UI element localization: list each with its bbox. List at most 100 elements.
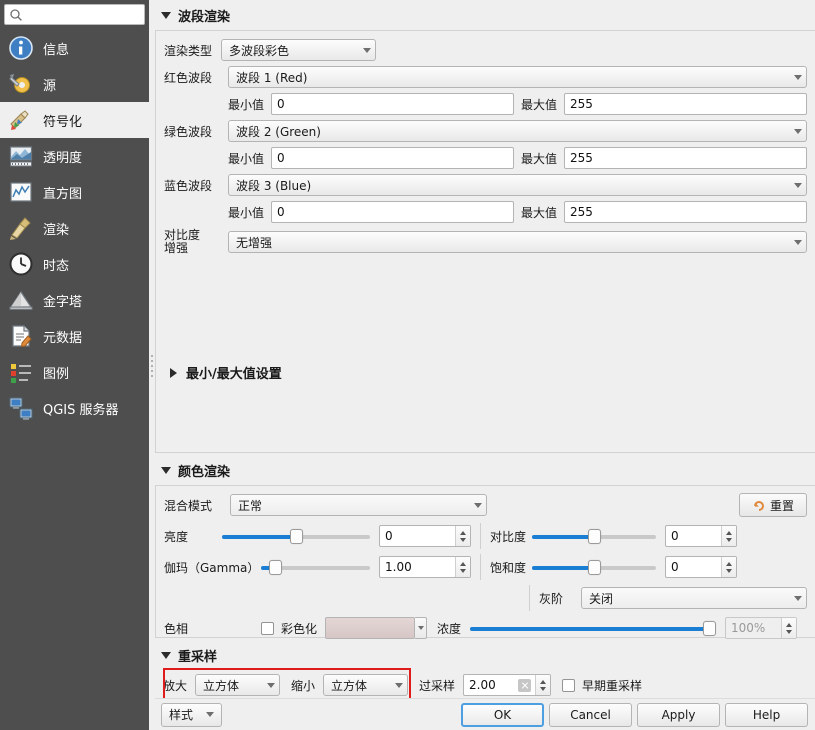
slider-handle[interactable] xyxy=(587,529,601,544)
band-rendering-header[interactable]: 波段渲染 xyxy=(155,0,815,30)
colorize-check-wrap[interactable]: 彩色化 xyxy=(261,620,317,637)
color-swatch[interactable] xyxy=(325,617,416,639)
blend-mode-row: 混合模式 正常 重置 xyxy=(164,493,808,517)
spinner-buttons[interactable] xyxy=(721,557,736,577)
slider-handle[interactable] xyxy=(703,621,717,636)
blend-mode-value: 正常 xyxy=(238,498,263,513)
blue-max-input[interactable]: 255 xyxy=(564,201,808,223)
sidebar-item-source[interactable]: 源 xyxy=(0,66,149,102)
cancel-button[interactable]: Cancel xyxy=(549,702,633,727)
red-min-input[interactable]: 0 xyxy=(271,93,515,115)
zoom-in-combo[interactable]: 立方体 xyxy=(195,674,281,696)
temporal-icon xyxy=(9,252,33,276)
chevron-down-icon xyxy=(206,712,215,717)
sidebar-item-qgis-server[interactable]: QGIS 服务器 xyxy=(0,390,149,426)
color-dropdown-button[interactable] xyxy=(415,617,428,639)
sidebar-item-histogram[interactable]: 直方图 xyxy=(0,174,149,210)
strength-slider[interactable] xyxy=(470,617,717,639)
saturation-slider[interactable] xyxy=(532,556,656,578)
contrast-enhancement-combo[interactable]: 无增强 xyxy=(228,231,808,253)
blend-mode-combo[interactable]: 正常 xyxy=(230,494,487,516)
green-min-input[interactable]: 0 xyxy=(271,147,515,169)
sidebar-item-metadata[interactable]: 元数据 xyxy=(0,318,149,354)
sidebar-item-label: 元数据 xyxy=(43,330,83,346)
grayscale-label: 灰阶 xyxy=(539,591,564,606)
slider-fill xyxy=(470,627,710,631)
slider-handle[interactable] xyxy=(268,560,282,575)
strength-spinbox[interactable]: 100% xyxy=(725,617,798,639)
search-box[interactable] xyxy=(4,4,145,25)
spinner-buttons[interactable] xyxy=(721,526,736,546)
apply-button[interactable]: Apply xyxy=(637,702,721,727)
ok-button[interactable]: OK xyxy=(461,702,545,727)
style-button[interactable]: 样式 xyxy=(161,702,223,727)
slider-fill xyxy=(222,535,296,539)
brightness-spinbox[interactable]: 0 xyxy=(379,525,471,547)
search-input[interactable] xyxy=(23,6,140,23)
spinner-buttons[interactable] xyxy=(535,675,551,695)
source-icon xyxy=(9,73,30,93)
sidebar-item-label: 时态 xyxy=(43,258,70,274)
oversampling-value: 2.00 xyxy=(469,678,496,692)
blue-band-label: 蓝色波段 xyxy=(164,178,213,193)
render-type-label: 渲染类型 xyxy=(164,43,213,58)
chevron-down-icon xyxy=(794,239,803,245)
clear-icon[interactable] xyxy=(518,678,532,692)
gamma-spinbox[interactable]: 1.00 xyxy=(379,556,471,578)
spinner-buttons[interactable] xyxy=(455,557,470,577)
green-min-value: 0 xyxy=(277,151,285,165)
colorize-checkbox[interactable] xyxy=(261,621,274,635)
zoom-out-combo[interactable]: 立方体 xyxy=(323,674,409,696)
pyramids-icon xyxy=(9,290,33,310)
chevron-down-icon xyxy=(363,47,372,53)
chevron-down-icon xyxy=(161,467,171,474)
sidebar-item-rendering[interactable]: 渲染 xyxy=(0,210,149,246)
resampling-header[interactable]: 重采样 xyxy=(155,640,815,670)
sidebar-item-info[interactable]: 信息 xyxy=(0,30,149,66)
colorize-color-picker[interactable] xyxy=(325,617,428,639)
spinner-buttons[interactable] xyxy=(781,618,797,638)
contrast-enhancement-label: 对比度 增强 xyxy=(164,229,220,255)
slider-handle[interactable] xyxy=(289,529,303,544)
gamma-value: 1.00 xyxy=(385,560,412,574)
render-type-combo[interactable]: 多波段彩色 xyxy=(221,39,377,61)
contrast-spinbox[interactable]: 0 xyxy=(665,525,737,547)
search-icon xyxy=(10,8,22,21)
contrast-enhancement-label-line2: 增强 xyxy=(164,241,189,255)
contrast-slider[interactable] xyxy=(532,525,656,547)
saturation-spinbox[interactable]: 0 xyxy=(665,556,737,578)
slider-handle[interactable] xyxy=(587,560,601,575)
blue-band-value: 波段 3 (Blue) xyxy=(236,178,312,193)
gamma-slider[interactable] xyxy=(261,556,370,578)
help-button[interactable]: Help xyxy=(725,702,809,727)
red-band-combo[interactable]: 波段 1 (Red) xyxy=(228,66,808,88)
blue-max-value: 255 xyxy=(570,205,593,219)
green-max-input[interactable]: 255 xyxy=(564,147,808,169)
contrast-enhancement-label-line1: 对比度 xyxy=(164,228,201,242)
red-max-input[interactable]: 255 xyxy=(564,93,808,115)
color-rendering-header[interactable]: 颜色渲染 xyxy=(155,455,815,485)
sidebar-item-transparency[interactable]: 透明度 xyxy=(0,138,149,174)
sidebar-item-label: 信息 xyxy=(43,42,70,58)
early-resample-check-wrap[interactable]: 早期重采样 xyxy=(562,677,642,694)
oversampling-spinbox[interactable]: 2.00 xyxy=(463,674,552,696)
blue-band-combo[interactable]: 波段 3 (Blue) xyxy=(228,174,808,196)
reset-button[interactable]: 重置 xyxy=(739,493,808,517)
sidebar-item-pyramids[interactable]: 金字塔 xyxy=(0,282,149,318)
sidebar-item-symbology[interactable]: 符号化 xyxy=(0,102,149,138)
blue-min-input[interactable]: 0 xyxy=(271,201,515,223)
brightness-label: 亮度 xyxy=(164,529,189,544)
early-resample-checkbox[interactable] xyxy=(562,678,576,692)
sidebar-item-label: 金字塔 xyxy=(43,294,83,310)
minmax-settings-header[interactable]: 最小/最大值设置 xyxy=(170,363,282,382)
chevron-down-icon xyxy=(395,682,404,688)
brightness-slider[interactable] xyxy=(222,525,370,547)
slider-fill xyxy=(532,566,594,570)
sidebar-item-legend[interactable]: 图例 xyxy=(0,354,149,390)
green-band-combo[interactable]: 波段 2 (Green) xyxy=(228,120,808,142)
sidebar-item-temporal[interactable]: 时态 xyxy=(0,246,149,282)
sidebar-item-label: 渲染 xyxy=(43,222,70,238)
grayscale-combo[interactable]: 关闭 xyxy=(581,587,808,609)
divider xyxy=(529,585,530,611)
spinner-buttons[interactable] xyxy=(455,526,470,546)
